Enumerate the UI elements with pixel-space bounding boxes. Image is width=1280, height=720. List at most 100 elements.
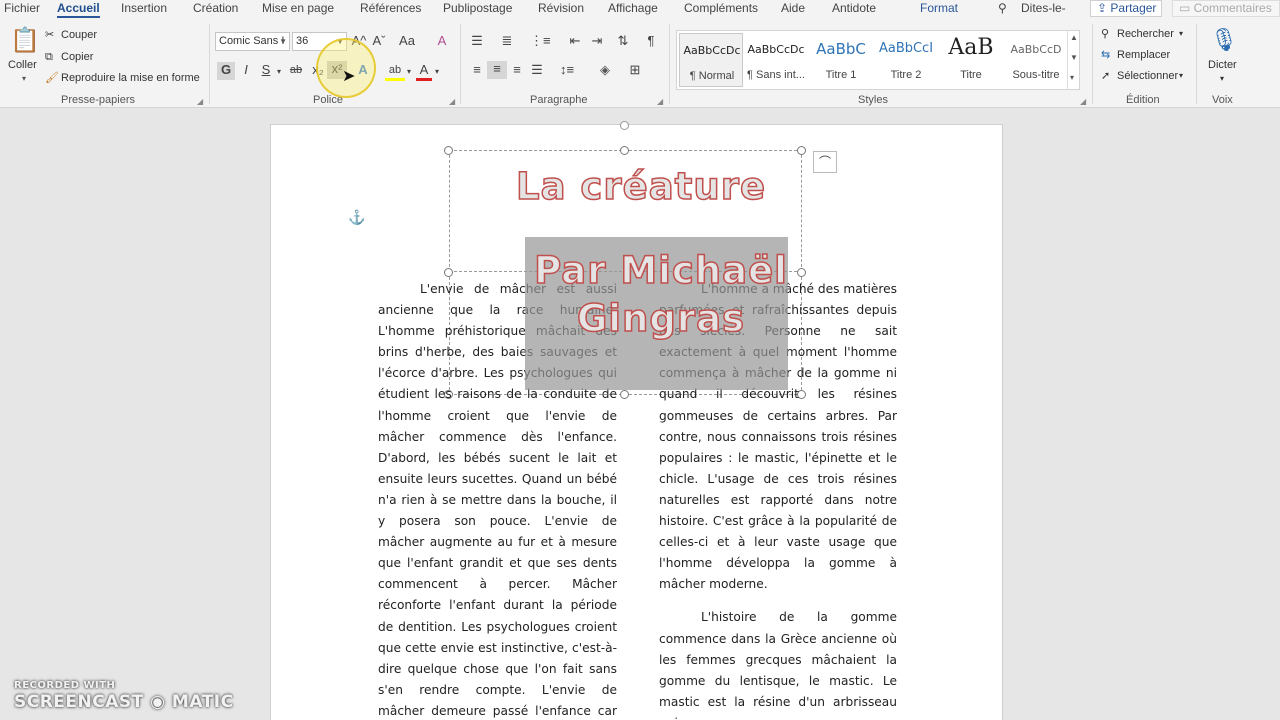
highlight-button[interactable]: ab: [385, 62, 405, 81]
tab-affichage[interactable]: Affichage: [608, 0, 658, 18]
styles-gallery: AaBbCcDc ¶ Normal AaBbCcDc ¶ Sans int...…: [676, 30, 1080, 90]
sort-icon[interactable]: ⇅: [614, 33, 632, 49]
style-title[interactable]: AaB Titre: [939, 33, 1003, 87]
voice-group-label: Voix: [1212, 94, 1233, 106]
tab-aide[interactable]: Aide: [781, 0, 805, 18]
italic-button[interactable]: I: [238, 62, 254, 78]
layout-options-icon[interactable]: ⌒: [813, 151, 837, 173]
tab-publipostage[interactable]: Publipostage: [443, 0, 512, 18]
style-heading-2[interactable]: AaBbCcI Titre 2: [874, 33, 938, 87]
font-launcher-icon[interactable]: ◢: [449, 97, 455, 106]
select-icon[interactable]: ➚: [1101, 69, 1110, 83]
find-icon[interactable]: ⚲: [1101, 27, 1109, 41]
line-spacing-icon[interactable]: ↕≡: [556, 62, 578, 78]
change-case-icon[interactable]: Aa: [396, 33, 418, 49]
numbering-icon[interactable]: ≣: [498, 33, 516, 49]
document-author[interactable]: Par Michaël Gingras: [521, 247, 801, 343]
font-color-dropdown-icon[interactable]: ▾: [433, 64, 441, 80]
paragraph: L'histoire de la gomme commence dans la …: [659, 610, 897, 720]
tab-creation[interactable]: Création: [193, 0, 238, 18]
document-title[interactable]: La créature: [515, 164, 786, 209]
tell-me-box[interactable]: Dites-le-: [1021, 0, 1066, 18]
resize-handle[interactable]: [797, 146, 806, 155]
font-color-button[interactable]: A: [416, 62, 432, 81]
microphone-icon[interactable]: 🎙: [1210, 26, 1238, 54]
show-marks-icon[interactable]: ¶: [643, 33, 659, 49]
chevron-up-icon[interactable]: ▲: [1070, 33, 1078, 42]
tab-accueil[interactable]: Accueil: [57, 0, 100, 18]
paste-dropdown-icon[interactable]: ▾: [22, 72, 26, 86]
tab-fichier[interactable]: Fichier: [4, 0, 40, 18]
justify-icon[interactable]: ☰: [528, 62, 546, 78]
paragraph-launcher-icon[interactable]: ◢: [657, 97, 663, 106]
dictate-button[interactable]: Dicter: [1208, 58, 1237, 72]
search-icon[interactable]: ⚲: [998, 0, 1007, 18]
tab-antidote[interactable]: Antidote: [832, 0, 876, 18]
borders-icon[interactable]: ⊞: [624, 62, 646, 78]
copy-icon[interactable]: ⧉: [45, 50, 53, 64]
mouse-pointer-icon: ➤: [342, 68, 356, 85]
gallery-more-icon[interactable]: ▾: [1070, 73, 1074, 82]
increase-indent-icon[interactable]: ⇥: [588, 33, 606, 49]
share-button[interactable]: ⇪ Partager: [1090, 0, 1162, 17]
paste-icon[interactable]: 📋: [10, 26, 40, 56]
copy-button[interactable]: Copier: [61, 50, 93, 64]
rotate-handle[interactable]: [620, 121, 629, 130]
tab-complements[interactable]: Compléments: [684, 0, 758, 18]
resize-handle[interactable]: [444, 268, 453, 277]
chevron-down-icon[interactable]: ▾: [1179, 27, 1183, 41]
chevron-down-icon[interactable]: ▾: [1179, 69, 1183, 83]
decrease-indent-icon[interactable]: ⇤: [566, 33, 584, 49]
bullets-icon[interactable]: ☰: [468, 33, 486, 49]
cut-icon[interactable]: ✂: [45, 28, 54, 42]
ribbon-tab-bar: Fichier Accueil Insertion Création Mise …: [0, 0, 1280, 18]
replace-icon[interactable]: ⇆: [1101, 48, 1110, 62]
resize-handle[interactable]: [620, 146, 629, 155]
gallery-scroll: ▲ ▼ ▾: [1067, 31, 1079, 89]
strikethrough-button[interactable]: ab: [287, 62, 305, 78]
format-painter-icon[interactable]: 🖌: [45, 71, 59, 85]
chevron-down-icon[interactable]: ▼: [1070, 53, 1078, 62]
style-heading-1[interactable]: AaBbC Titre 1: [809, 33, 873, 87]
find-button[interactable]: Rechercher: [1117, 27, 1174, 41]
align-left-icon[interactable]: ≡: [468, 62, 486, 78]
editing-group-label: Édition: [1126, 94, 1160, 106]
font-name-combo[interactable]: Comic Sans I ▼: [215, 32, 290, 51]
document-area: ⚓ ⌒ L'envie de mâcher est aussi ancienne…: [0, 108, 1280, 720]
styles-launcher-icon[interactable]: ◢: [1080, 97, 1086, 106]
chevron-down-icon[interactable]: ▾: [1220, 72, 1224, 86]
bold-button[interactable]: G: [217, 62, 235, 80]
comments-button[interactable]: ▭ Commentaires: [1172, 0, 1280, 17]
share-icon: ⇪: [1097, 1, 1111, 15]
document-page[interactable]: ⚓ ⌒ L'envie de mâcher est aussi ancienne…: [270, 121, 1003, 720]
style-subtitle[interactable]: AaBbCcD Sous-titre: [1004, 33, 1068, 87]
tab-format[interactable]: Format: [920, 0, 958, 18]
resize-handle[interactable]: [620, 390, 629, 399]
paragraph-group-label: Paragraphe: [530, 94, 588, 106]
clear-formatting-icon[interactable]: A: [432, 33, 452, 49]
style-normal[interactable]: AaBbCcDc ¶ Normal: [679, 33, 743, 87]
format-painter-button[interactable]: Reproduire la mise en forme: [61, 71, 200, 85]
tab-mise-en-page[interactable]: Mise en page: [262, 0, 334, 18]
shading-icon[interactable]: ◈: [594, 62, 616, 78]
group-divider: [209, 24, 210, 104]
resize-handle[interactable]: [444, 146, 453, 155]
chevron-down-icon: ▼: [279, 37, 287, 46]
clipboard-launcher-icon[interactable]: ◢: [197, 97, 203, 106]
paste-button[interactable]: Coller: [8, 58, 37, 72]
select-button[interactable]: Sélectionner: [1117, 69, 1178, 83]
underline-dropdown-icon[interactable]: ▾: [274, 64, 284, 80]
align-center-icon[interactable]: ≡: [487, 61, 507, 79]
highlight-dropdown-icon[interactable]: ▾: [405, 64, 413, 80]
anchor-icon: ⚓: [348, 209, 366, 225]
style-no-spacing[interactable]: AaBbCcDc ¶ Sans int...: [744, 33, 808, 87]
tab-insertion[interactable]: Insertion: [121, 0, 167, 18]
shrink-font-icon[interactable]: Aˇ: [370, 33, 388, 49]
multilevel-list-icon[interactable]: ⋮≡: [530, 33, 551, 49]
tab-revision[interactable]: Révision: [538, 0, 584, 18]
tab-references[interactable]: Références: [360, 0, 421, 18]
cut-button[interactable]: Couper: [61, 28, 97, 42]
align-right-icon[interactable]: ≡: [508, 62, 526, 78]
replace-button[interactable]: Remplacer: [1117, 48, 1170, 62]
underline-button[interactable]: S: [258, 62, 274, 78]
